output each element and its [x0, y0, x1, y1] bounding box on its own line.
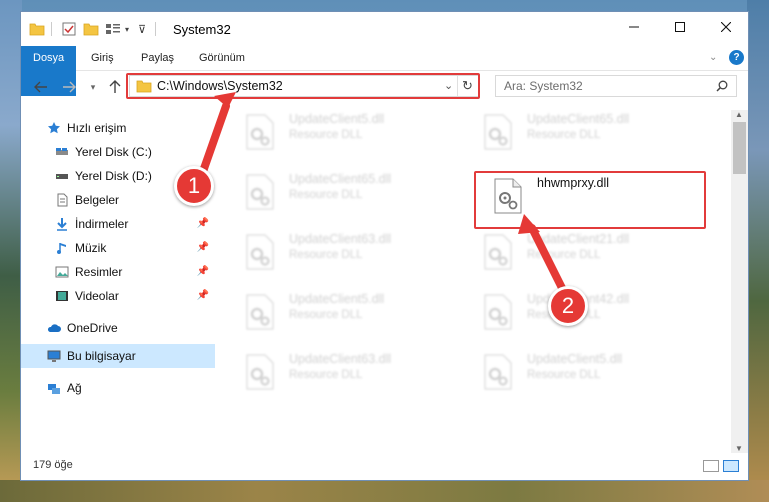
step-badge-1: 1 [174, 166, 214, 206]
step-badge-2: 2 [548, 286, 588, 326]
annotation-arrows [196, 92, 572, 304]
arrow-2-head [518, 214, 540, 234]
